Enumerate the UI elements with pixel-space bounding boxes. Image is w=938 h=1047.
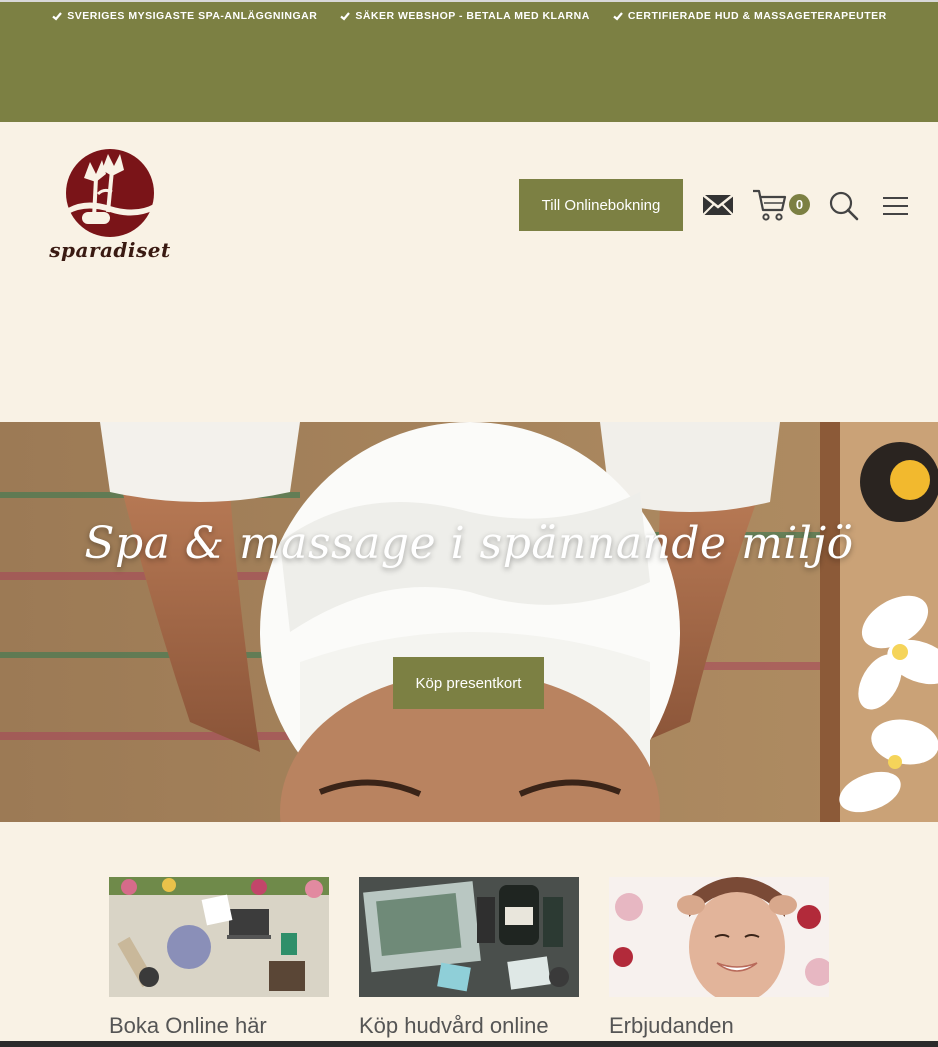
card-image-booking (109, 877, 329, 997)
buy-gift-card-button[interactable]: Köp presentkort (393, 657, 544, 709)
cart-icon[interactable] (752, 188, 788, 222)
card-image-skincare (359, 877, 579, 997)
logo-wordmark: sparadiset (49, 238, 171, 262)
hero-title: Spa & massage i spännande miljö (84, 518, 854, 569)
card-offers[interactable]: Erbjudanden (609, 877, 829, 1039)
card-image-offers (609, 877, 829, 997)
card-book-online[interactable]: Boka Online här (109, 877, 329, 1039)
search-icon[interactable] (829, 191, 859, 221)
top-announcement-bar: SVERIGES MYSIGASTE SPA-ANLÄGGNINGAR SÄKE… (0, 0, 938, 122)
mail-icon[interactable] (702, 192, 734, 218)
card-buy-skincare[interactable]: Köp hudvård online (359, 877, 579, 1039)
browser-bottom-edge (0, 1041, 938, 1047)
lotus-logo-icon (66, 149, 154, 237)
online-booking-button[interactable]: Till Onlinebokning (519, 179, 683, 231)
usp-item-certified: CERTIFIERADE HUD & MASSAGETERAPEUTER (612, 10, 887, 22)
hero-banner (0, 422, 938, 822)
hero-spa-photo (0, 422, 938, 822)
usp-item-spa: SVERIGES MYSIGASTE SPA-ANLÄGGNINGAR (51, 10, 317, 22)
hamburger-menu-icon[interactable] (882, 196, 909, 216)
cart-count-badge: 0 (789, 194, 810, 215)
site-logo[interactable]: sparadiset (46, 148, 174, 272)
check-icon (340, 12, 351, 21)
usp-label: SÄKER WEBSHOP - BETALA MED KLARNA (355, 10, 590, 22)
check-icon (613, 12, 623, 21)
usp-item-webshop: SÄKER WEBSHOP - BETALA MED KLARNA (339, 10, 589, 22)
usp-label: SVERIGES MYSIGASTE SPA-ANLÄGGNINGAR (67, 10, 318, 22)
check-icon (52, 12, 63, 21)
usp-label: CERTIFIERADE HUD & MASSAGETERAPEUTER (627, 10, 887, 22)
card-title: Boka Online här (109, 1013, 267, 1038)
card-title: Köp hudvård online (359, 1013, 549, 1038)
card-title: Erbjudanden (609, 1013, 734, 1038)
